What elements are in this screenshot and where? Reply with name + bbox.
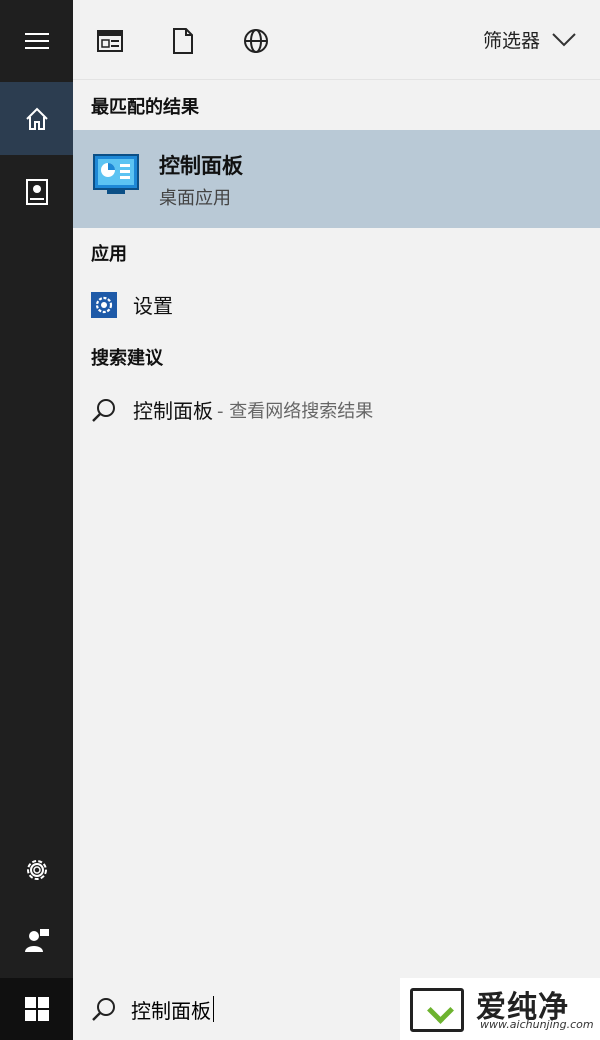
results-toolbar: 筛选器 bbox=[73, 0, 600, 80]
hamburger-menu-button[interactable] bbox=[0, 0, 73, 82]
home-icon bbox=[25, 107, 48, 130]
settings-button[interactable] bbox=[0, 838, 73, 902]
search-input[interactable]: 控制面板 bbox=[131, 995, 211, 1024]
text-caret bbox=[213, 996, 214, 1022]
documents-filter-button[interactable] bbox=[168, 26, 198, 56]
taskbar-search-box[interactable]: 控制面板 bbox=[73, 978, 400, 1040]
search-icon bbox=[92, 398, 115, 422]
best-match-result[interactable]: 控制面板 桌面应用 bbox=[73, 130, 600, 228]
feedback-button[interactable] bbox=[0, 908, 73, 972]
notebook-icon bbox=[25, 178, 48, 205]
suggestion-item[interactable]: 控制面板 - 查看网络搜索结果 bbox=[91, 395, 373, 424]
suggestion-suffix: - 查看网络搜索结果 bbox=[217, 400, 374, 422]
document-icon bbox=[173, 28, 193, 54]
hamburger-icon bbox=[24, 33, 49, 49]
watermark-logo: 爱纯净 www.aichunjing.com bbox=[400, 978, 600, 1040]
watermark-logo-icon bbox=[410, 988, 464, 1032]
app-item-settings[interactable]: 设置 bbox=[91, 290, 173, 319]
window-icon bbox=[97, 30, 123, 52]
notebook-button[interactable] bbox=[0, 155, 73, 228]
best-match-title: 控制面板 bbox=[159, 154, 243, 178]
best-match-heading: 最匹配的结果 bbox=[91, 97, 199, 118]
watermark-url: www.aichunjing.com bbox=[480, 1018, 594, 1031]
suggestion-label: 控制面板 bbox=[133, 399, 213, 423]
taskbar: 控制面板 爱纯净 www.aichunjing.com bbox=[0, 978, 600, 1040]
feedback-person-icon bbox=[24, 929, 49, 952]
apps-filter-button[interactable] bbox=[95, 26, 125, 56]
globe-icon bbox=[244, 29, 268, 53]
apps-heading: 应用 bbox=[91, 244, 127, 265]
suggestions-heading: 搜索建议 bbox=[91, 348, 163, 369]
web-filter-button[interactable] bbox=[241, 26, 271, 56]
home-button[interactable] bbox=[0, 82, 73, 155]
app-item-label: 设置 bbox=[133, 294, 173, 318]
filter-label: 筛选器 bbox=[482, 30, 540, 52]
windows-logo-icon bbox=[24, 997, 49, 1021]
search-results-panel: 筛选器 最匹配的结果 控制面板 桌面应用 应用 设置 搜索建议 控制面板 - 查… bbox=[73, 0, 600, 978]
best-match-subtitle: 桌面应用 bbox=[159, 188, 231, 209]
control-panel-icon bbox=[93, 154, 139, 194]
settings-gear-icon bbox=[91, 291, 117, 318]
filter-dropdown[interactable]: 筛选器 bbox=[483, 26, 576, 53]
search-icon bbox=[92, 998, 115, 1021]
left-rail bbox=[0, 0, 73, 978]
gear-icon bbox=[26, 860, 47, 880]
chevron-down-icon bbox=[552, 32, 576, 46]
start-button[interactable] bbox=[0, 978, 73, 1040]
